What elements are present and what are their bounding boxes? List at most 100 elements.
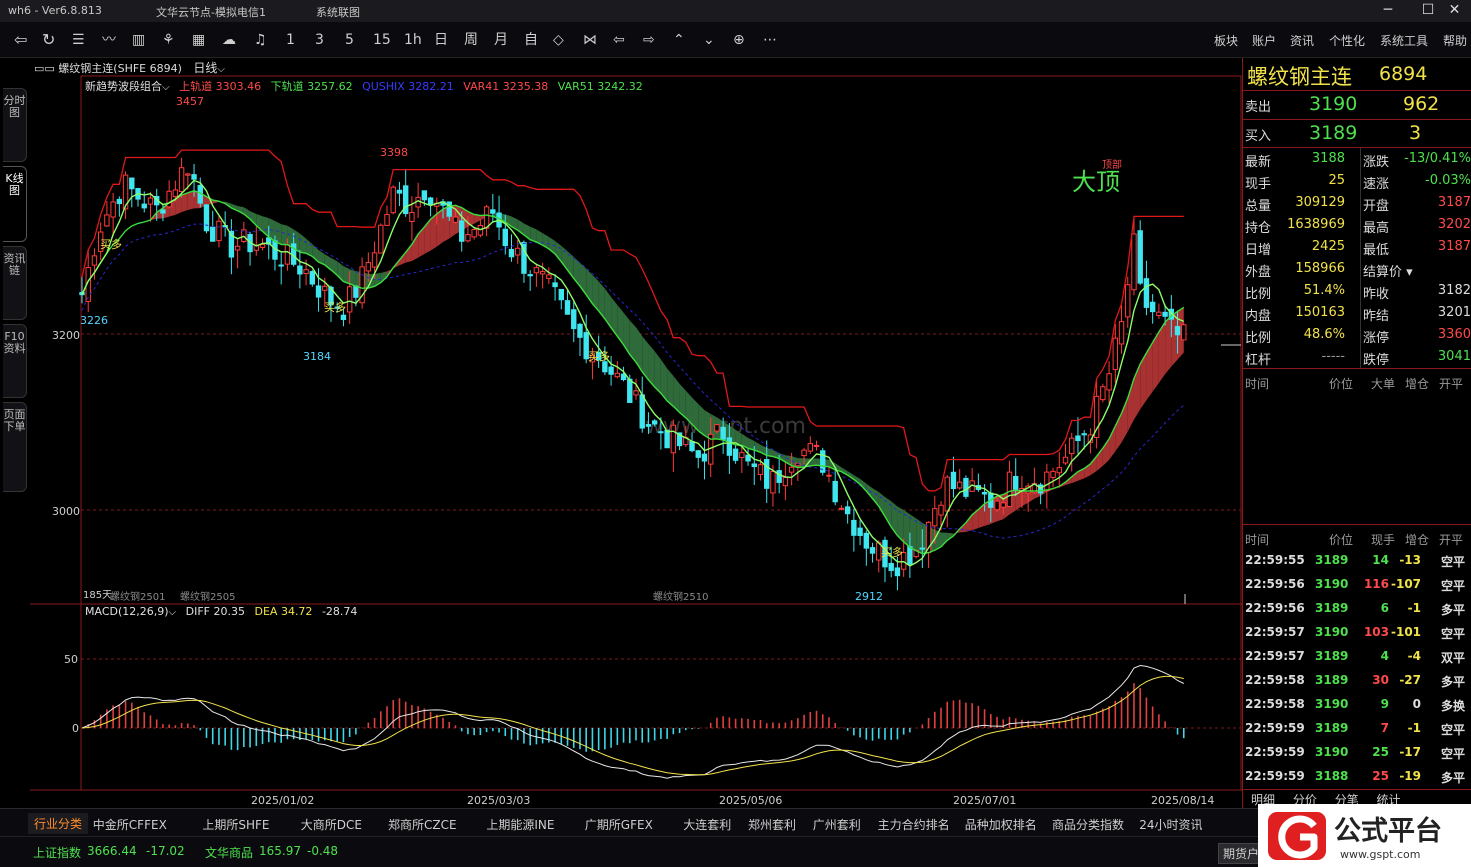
quote-label: 昨结 [1363,309,1390,324]
close-button[interactable]: ✕ [1438,0,1471,22]
more-icon[interactable]: ⋯ [763,31,777,49]
kline-chart[interactable]: 3200 3000 50 0 2025/01/02 2025/03/03 202… [30,58,1242,808]
minimize-button[interactable]: ─ [1368,0,1408,22]
tick-row[interactable]: 22:59:59 3188 25 -19 多平 [1243,764,1471,788]
market-tab[interactable]: 上期能源INE [486,816,554,833]
menu-news[interactable]: 资讯 [1290,32,1314,49]
trend-band [436,209,444,247]
arrow-right-icon[interactable]: ⇨ [643,31,655,49]
candle [297,265,303,275]
index1-name[interactable]: 上证指数 [33,844,81,861]
watermark-logo: 公式平台 www.gspt.com [1258,804,1471,867]
system-menu[interactable]: 系统联图 [316,4,360,20]
zoom-in-icon[interactable]: ◇ [553,31,564,49]
tick-time: 22:59:58 [1245,697,1305,711]
arrow-up-icon[interactable]: ⌃ [673,31,685,49]
crosshair-icon[interactable]: ⊕ [733,31,745,49]
market-tab[interactable]: 广州套利 [813,816,861,833]
index2-change: -0.48 [307,844,339,858]
chevron-down-icon[interactable]: ⌵ [217,64,225,75]
quote-value: 3041 [1437,349,1471,364]
market-tab[interactable]: 郑州套利 [748,816,796,833]
period-week[interactable]: 周 [464,31,478,49]
market-tab[interactable]: 大连套利 [683,816,731,833]
svg-text:公式平台: 公式平台 [1334,815,1442,847]
market-tab[interactable]: 商品分类指数 [1052,816,1124,833]
sell-price[interactable]: 3190 [1309,93,1357,115]
quote-label: 总量 [1245,199,1272,214]
kline-chart-area[interactable]: 3200 3000 50 0 2025/01/02 2025/03/03 202… [30,58,1242,808]
menu-icon[interactable]: ▭▭ [34,62,55,75]
quote-label: 持仓 [1245,221,1272,236]
bell-icon[interactable]: ♫ [254,31,267,49]
tick-row[interactable]: 22:59:57 3190 103 -101 空平 [1243,620,1471,644]
period-5[interactable]: 5 [345,31,354,49]
candle [950,471,957,490]
tab-f10[interactable]: F10资料 [3,324,27,398]
tick-type: 多平 [1441,603,1466,617]
market-tab[interactable]: 主力合约排名 [878,816,950,833]
annotation-high-3457: 3457 [176,95,204,108]
menu-personalize[interactable]: 个性化 [1329,32,1365,49]
period-3[interactable]: 3 [315,31,324,49]
menu-sector[interactable]: 板块 [1214,32,1238,49]
tick-type: 多平 [1441,675,1466,689]
bar-chart-icon[interactable]: ▥ [132,31,145,49]
period-15[interactable]: 15 [373,31,391,49]
tab-order[interactable]: 页面下单 [3,402,27,492]
menu-help[interactable]: 帮助 [1443,32,1467,49]
indicator-name[interactable]: 新趋势波段组合 [85,80,162,93]
menu-account[interactable]: 账户 [1252,32,1276,49]
index2-name[interactable]: 文华商品 [205,844,253,861]
tab-intraday[interactable]: 分时图 [3,88,27,162]
line-chart-icon[interactable]: 〰 [102,31,116,49]
period-custom[interactable]: 自 [524,31,538,49]
tick-row[interactable]: 22:59:58 3190 9 0 多换 [1243,692,1471,716]
list-icon[interactable]: ☰ [72,31,85,49]
market-tab[interactable]: 品种加权排名 [965,816,1037,833]
cloud-icon[interactable]: ☁ [222,31,236,49]
market-tab[interactable]: 郑商所CZCE [388,816,457,833]
buy-price[interactable]: 3189 [1309,122,1357,144]
tab-news-chain[interactable]: 资讯链 [3,246,27,320]
market-tab[interactable]: 中金所CFFEX [93,816,167,833]
symbol-label[interactable]: 螺纹钢主连(SHFE 6894) [58,62,182,75]
candle-icon[interactable]: ⚘ [162,31,175,49]
grid-icon[interactable]: ▦ [192,31,205,49]
tick-row[interactable]: 22:59:59 3190 25 -17 空平 [1243,740,1471,764]
chevron-down-icon[interactable]: ⌵ [162,82,170,93]
refresh-icon[interactable]: ↻ [42,31,55,49]
trend-band [281,224,288,245]
candle [956,481,963,489]
tick-row[interactable]: 22:59:56 3189 6 -1 多平 [1243,596,1471,620]
candle [832,480,838,503]
quote-value: 3187 [1437,239,1471,254]
arrow-left-icon[interactable]: ⇦ [613,31,625,49]
tick-type: 多换 [1441,699,1466,713]
tick-row[interactable]: 22:59:58 3189 30 -27 多平 [1243,668,1471,692]
tick-row[interactable]: 22:59:55 3189 14 -13 空平 [1243,548,1471,572]
menu-system-tools[interactable]: 系统工具 [1380,32,1428,49]
macd-name[interactable]: MACD(12,26,9) [85,605,169,618]
market-tab[interactable]: 24小时资讯 [1139,816,1202,833]
arrow-down-icon[interactable]: ⌄ [703,31,715,49]
zoom-out-icon[interactable]: ⋈ [583,31,597,49]
period-selector[interactable]: 日线 [193,61,217,75]
chevron-down-icon[interactable]: ⌵ [169,607,177,618]
market-tab[interactable]: 行业分类 [28,813,89,834]
tick-row[interactable]: 22:59:59 3189 7 -1 空平 [1243,716,1471,740]
tab-kline[interactable]: K线图 [3,166,27,242]
candle [471,228,477,238]
market-tab[interactable]: 大商所DCE [301,816,362,833]
back-icon[interactable]: ⇦ [14,31,27,49]
tick-row[interactable]: 22:59:57 3189 4 -4 双平 [1243,644,1471,668]
period-day[interactable]: 日 [434,31,448,49]
period-month[interactable]: 月 [494,31,508,49]
period-1h[interactable]: 1h [404,31,422,49]
server-node[interactable]: 文华云节点-模拟电信1 [156,4,266,20]
period-1[interactable]: 1 [286,31,295,49]
market-tab[interactable]: 上期所SHFE [202,816,269,833]
tick-row[interactable]: 22:59:56 3190 116 -107 空平 [1243,572,1471,596]
candle [894,567,901,577]
market-tab[interactable]: 广期所GFEX [585,816,653,833]
